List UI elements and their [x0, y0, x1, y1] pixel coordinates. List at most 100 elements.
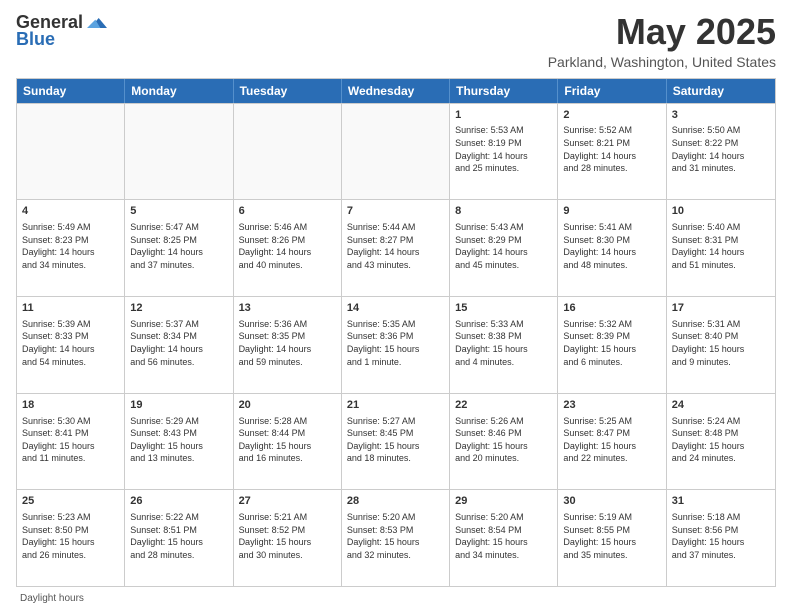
day-cell-26: 26 Sunrise: 5:22 AM Sunset: 8:51 PM Dayli… — [125, 490, 233, 586]
day-number: 12 — [130, 301, 227, 316]
day-number: 30 — [563, 494, 660, 509]
day-cell-30: 30 Sunrise: 5:19 AM Sunset: 8:55 PM Dayli… — [558, 490, 666, 586]
day-cell-12: 12 Sunrise: 5:37 AM Sunset: 8:34 PM Dayli… — [125, 297, 233, 393]
day-cell-10: 10Sunrise: 5:40 AM Sunset: 8:31 PM Dayli… — [667, 200, 775, 296]
day-cell-7: 7 Sunrise: 5:44 AM Sunset: 8:27 PM Daylig… — [342, 200, 450, 296]
day-content: Sunrise: 5:46 AM Sunset: 8:26 PM Dayligh… — [239, 221, 336, 271]
day-number: 13 — [239, 301, 336, 316]
day-cell-22: 22 Sunrise: 5:26 AM Sunset: 8:46 PM Dayli… — [450, 394, 558, 490]
day-cell-18: 18Sunrise: 5:30 AM Sunset: 8:41 PM Dayli… — [17, 394, 125, 490]
day-number: 21 — [347, 398, 444, 413]
day-content: Sunrise: 5:26 AM Sunset: 8:46 PM Dayligh… — [455, 415, 552, 465]
day-content: Sunrise: 5:20 AM Sunset: 8:53 PM Dayligh… — [347, 511, 444, 561]
calendar-row-4: 18Sunrise: 5:30 AM Sunset: 8:41 PM Dayli… — [17, 393, 775, 490]
day-content: Sunrise: 5:32 AM Sunset: 8:39 PM Dayligh… — [563, 318, 660, 368]
day-cell-9: 9Sunrise: 5:41 AM Sunset: 8:30 PM Daylig… — [558, 200, 666, 296]
header-day-friday: Friday — [558, 79, 666, 103]
day-content: Sunrise: 5:20 AM Sunset: 8:54 PM Dayligh… — [455, 511, 552, 561]
day-cell-13: 13 Sunrise: 5:36 AM Sunset: 8:35 PM Dayli… — [234, 297, 342, 393]
header-day-sunday: Sunday — [17, 79, 125, 103]
day-cell-4: 4 Sunrise: 5:49 AM Sunset: 8:23 PM Daylig… — [17, 200, 125, 296]
day-number: 26 — [130, 494, 227, 509]
day-number: 18 — [22, 398, 119, 413]
logo: General Blue — [16, 12, 107, 50]
day-cell-27: 27 Sunrise: 5:21 AM Sunset: 8:52 PM Dayli… — [234, 490, 342, 586]
logo-blue-text: Blue — [16, 29, 55, 50]
calendar-row-1: 1Sunrise: 5:53 AM Sunset: 8:19 PM Daylig… — [17, 103, 775, 200]
day-content: Sunrise: 5:29 AM Sunset: 8:43 PM Dayligh… — [130, 415, 227, 465]
day-number: 4 — [22, 204, 119, 219]
day-number: 28 — [347, 494, 444, 509]
header-day-saturday: Saturday — [667, 79, 775, 103]
day-number: 22 — [455, 398, 552, 413]
day-cell-16: 16 Sunrise: 5:32 AM Sunset: 8:39 PM Dayli… — [558, 297, 666, 393]
day-cell-24: 24 Sunrise: 5:24 AM Sunset: 8:48 PM Dayli… — [667, 394, 775, 490]
day-cell-14: 14Sunrise: 5:35 AM Sunset: 8:36 PM Dayli… — [342, 297, 450, 393]
day-number: 7 — [347, 204, 444, 219]
calendar-header: SundayMondayTuesdayWednesdayThursdayFrid… — [17, 79, 775, 103]
day-content: Sunrise: 5:37 AM Sunset: 8:34 PM Dayligh… — [130, 318, 227, 368]
day-cell-19: 19Sunrise: 5:29 AM Sunset: 8:43 PM Dayli… — [125, 394, 233, 490]
day-content: Sunrise: 5:24 AM Sunset: 8:48 PM Dayligh… — [672, 415, 770, 465]
calendar-row-2: 4 Sunrise: 5:49 AM Sunset: 8:23 PM Daylig… — [17, 199, 775, 296]
day-content: Sunrise: 5:25 AM Sunset: 8:47 PM Dayligh… — [563, 415, 660, 465]
day-cell-5: 5 Sunrise: 5:47 AM Sunset: 8:25 PM Daylig… — [125, 200, 233, 296]
day-content: Sunrise: 5:50 AM Sunset: 8:22 PM Dayligh… — [672, 124, 770, 174]
day-cell-29: 29Sunrise: 5:20 AM Sunset: 8:54 PM Dayli… — [450, 490, 558, 586]
day-number: 5 — [130, 204, 227, 219]
month-title: May 2025 — [548, 12, 776, 52]
footer: Daylight hours — [16, 593, 776, 604]
calendar: SundayMondayTuesdayWednesdayThursdayFrid… — [16, 78, 776, 587]
day-number: 17 — [672, 301, 770, 316]
day-cell-8: 8Sunrise: 5:43 AM Sunset: 8:29 PM Daylig… — [450, 200, 558, 296]
day-content: Sunrise: 5:21 AM Sunset: 8:52 PM Dayligh… — [239, 511, 336, 561]
day-content: Sunrise: 5:31 AM Sunset: 8:40 PM Dayligh… — [672, 318, 770, 368]
day-content: Sunrise: 5:44 AM Sunset: 8:27 PM Dayligh… — [347, 221, 444, 271]
day-content: Sunrise: 5:36 AM Sunset: 8:35 PM Dayligh… — [239, 318, 336, 368]
day-number: 1 — [455, 108, 552, 123]
day-number: 25 — [22, 494, 119, 509]
header: General Blue May 2025 Parkland, Washingt… — [16, 12, 776, 70]
day-number: 9 — [563, 204, 660, 219]
day-cell-empty-r0c1 — [125, 104, 233, 200]
day-content: Sunrise: 5:23 AM Sunset: 8:50 PM Dayligh… — [22, 511, 119, 561]
day-number: 27 — [239, 494, 336, 509]
day-cell-23: 23Sunrise: 5:25 AM Sunset: 8:47 PM Dayli… — [558, 394, 666, 490]
day-number: 2 — [563, 108, 660, 123]
day-number: 20 — [239, 398, 336, 413]
day-number: 31 — [672, 494, 770, 509]
page: General Blue May 2025 Parkland, Washingt… — [0, 0, 792, 612]
day-content: Sunrise: 5:53 AM Sunset: 8:19 PM Dayligh… — [455, 124, 552, 174]
header-day-monday: Monday — [125, 79, 233, 103]
day-number: 16 — [563, 301, 660, 316]
day-content: Sunrise: 5:22 AM Sunset: 8:51 PM Dayligh… — [130, 511, 227, 561]
day-cell-20: 20Sunrise: 5:28 AM Sunset: 8:44 PM Dayli… — [234, 394, 342, 490]
day-cell-1: 1Sunrise: 5:53 AM Sunset: 8:19 PM Daylig… — [450, 104, 558, 200]
day-cell-15: 15Sunrise: 5:33 AM Sunset: 8:38 PM Dayli… — [450, 297, 558, 393]
day-cell-25: 25 Sunrise: 5:23 AM Sunset: 8:50 PM Dayli… — [17, 490, 125, 586]
header-day-wednesday: Wednesday — [342, 79, 450, 103]
day-content: Sunrise: 5:18 AM Sunset: 8:56 PM Dayligh… — [672, 511, 770, 561]
day-number: 15 — [455, 301, 552, 316]
day-content: Sunrise: 5:39 AM Sunset: 8:33 PM Dayligh… — [22, 318, 119, 368]
day-content: Sunrise: 5:47 AM Sunset: 8:25 PM Dayligh… — [130, 221, 227, 271]
header-day-tuesday: Tuesday — [234, 79, 342, 103]
day-cell-21: 21Sunrise: 5:27 AM Sunset: 8:45 PM Dayli… — [342, 394, 450, 490]
day-content: Sunrise: 5:19 AM Sunset: 8:55 PM Dayligh… — [563, 511, 660, 561]
day-cell-6: 6Sunrise: 5:46 AM Sunset: 8:26 PM Daylig… — [234, 200, 342, 296]
day-number: 14 — [347, 301, 444, 316]
day-cell-31: 31 Sunrise: 5:18 AM Sunset: 8:56 PM Dayli… — [667, 490, 775, 586]
day-number: 3 — [672, 108, 770, 123]
day-cell-17: 17 Sunrise: 5:31 AM Sunset: 8:40 PM Dayli… — [667, 297, 775, 393]
title-section: May 2025 Parkland, Washington, United St… — [548, 12, 776, 70]
logo-icon — [87, 13, 107, 33]
day-number: 24 — [672, 398, 770, 413]
day-content: Sunrise: 5:49 AM Sunset: 8:23 PM Dayligh… — [22, 221, 119, 271]
calendar-body: 1Sunrise: 5:53 AM Sunset: 8:19 PM Daylig… — [17, 103, 775, 586]
day-content: Sunrise: 5:43 AM Sunset: 8:29 PM Dayligh… — [455, 221, 552, 271]
header-day-thursday: Thursday — [450, 79, 558, 103]
day-cell-2: 2Sunrise: 5:52 AM Sunset: 8:21 PM Daylig… — [558, 104, 666, 200]
day-cell-11: 11 Sunrise: 5:39 AM Sunset: 8:33 PM Dayli… — [17, 297, 125, 393]
day-number: 11 — [22, 301, 119, 316]
day-cell-3: 3Sunrise: 5:50 AM Sunset: 8:22 PM Daylig… — [667, 104, 775, 200]
